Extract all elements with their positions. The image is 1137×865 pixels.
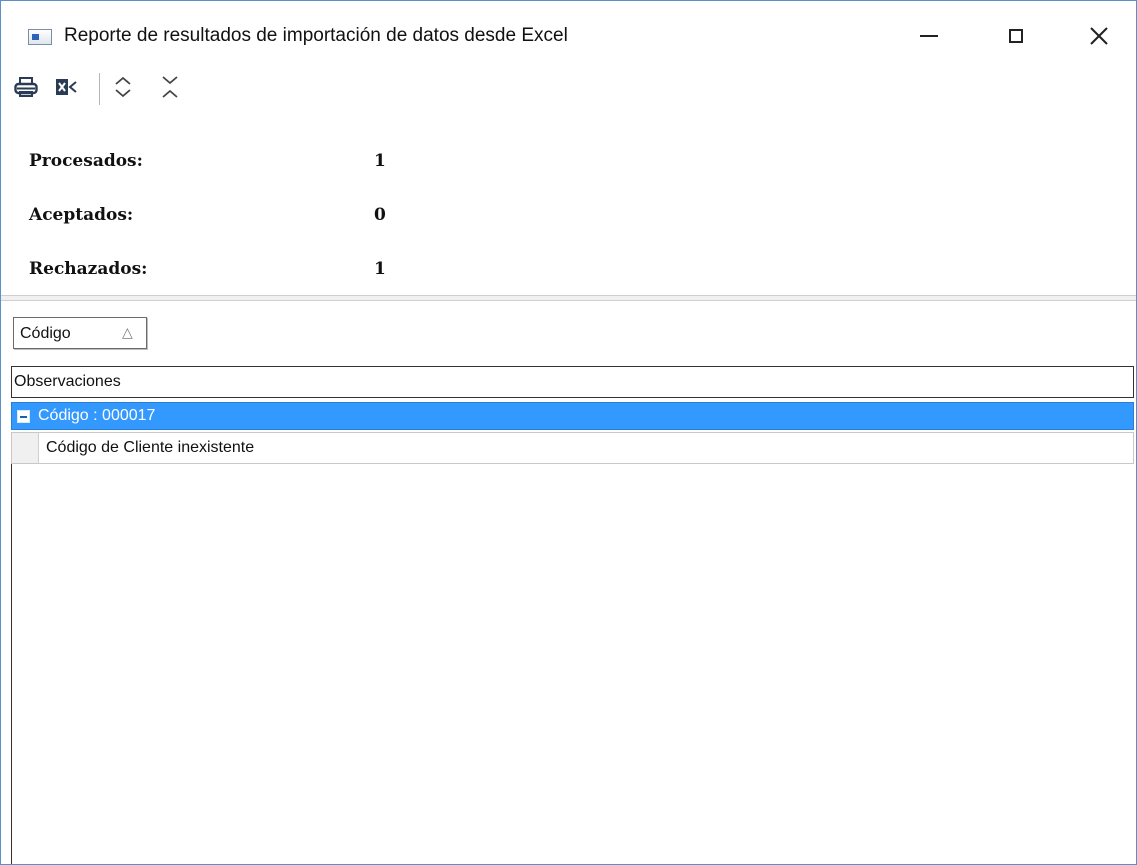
excel-export-icon — [56, 79, 77, 95]
close-icon — [1090, 27, 1108, 45]
accepted-value: 0 — [374, 205, 386, 225]
table-row[interactable]: Código de Cliente inexistente — [11, 432, 1134, 464]
group-by-codigo-chip[interactable]: Código △ — [13, 317, 147, 349]
expand-all-icon — [115, 76, 131, 98]
rejected-label: Rechazados: — [29, 259, 148, 279]
toolbar — [1, 67, 301, 107]
processed-label: Procesados: — [29, 151, 143, 171]
export-excel-button[interactable] — [51, 67, 85, 107]
group-by-panel: Código △ — [1, 301, 1136, 367]
print-button[interactable] — [9, 67, 43, 107]
printer-icon — [14, 77, 38, 97]
maximize-button[interactable] — [993, 15, 1039, 57]
toolbar-separator — [99, 73, 100, 105]
accepted-label: Aceptados: — [29, 205, 134, 225]
maximize-icon — [1009, 29, 1023, 43]
grid-empty-area — [11, 464, 1134, 864]
column-header-label: Observaciones — [14, 373, 121, 390]
processed-value: 1 — [374, 151, 386, 171]
app-window-icon — [28, 29, 52, 45]
collapse-all-button[interactable] — [153, 67, 187, 107]
group-row-label: Código : 000017 — [38, 407, 156, 424]
title-bar[interactable]: Reporte de resultados de importación de … — [1, 1, 1136, 61]
rejected-value: 1 — [374, 259, 386, 279]
expand-all-button[interactable] — [106, 67, 140, 107]
column-header-observaciones[interactable]: Observaciones — [11, 366, 1134, 398]
group-chip-label: Código — [20, 325, 71, 342]
minimize-icon — [920, 35, 938, 37]
close-button[interactable] — [1076, 15, 1122, 57]
collapse-all-icon — [162, 76, 178, 98]
group-row[interactable]: Código : 000017 — [11, 402, 1134, 430]
collapse-group-icon[interactable] — [17, 410, 30, 423]
sort-ascending-icon: △ — [122, 324, 133, 340]
minimize-button[interactable] — [906, 15, 952, 57]
row-indent — [12, 433, 39, 463]
observation-cell: Código de Cliente inexistente — [46, 439, 255, 456]
summary-panel: Procesados: 1 Aceptados: 0 Rechazados: 1 — [1, 121, 1136, 297]
window-title: Reporte de resultados de importación de … — [64, 25, 568, 46]
import-report-window: Reporte de resultados de importación de … — [0, 0, 1137, 865]
